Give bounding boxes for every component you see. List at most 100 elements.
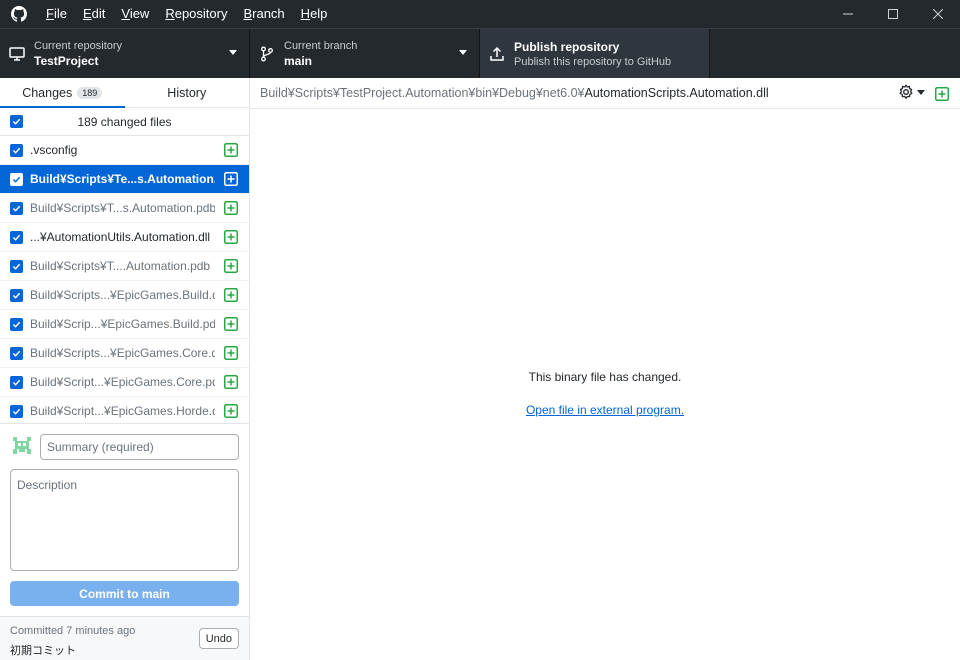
file-checkbox[interactable] bbox=[10, 172, 23, 186]
changes-count-badge: 189 bbox=[77, 86, 103, 99]
changes-sidebar: Changes 189 History 189 changed files .v… bbox=[0, 78, 250, 660]
file-added-icon bbox=[224, 201, 238, 215]
select-all-checkbox[interactable] bbox=[10, 115, 23, 128]
git-branch-icon bbox=[250, 46, 284, 62]
current-repository-button[interactable]: Current repository TestProject bbox=[0, 29, 250, 78]
github-logo-icon bbox=[0, 0, 38, 28]
file-checkbox[interactable] bbox=[10, 404, 23, 418]
file-checkbox[interactable] bbox=[10, 317, 23, 331]
file-added-icon bbox=[935, 87, 949, 101]
close-button[interactable] bbox=[915, 0, 960, 28]
menu-repository[interactable]: Repository bbox=[157, 0, 235, 28]
list-item[interactable]: Build¥Scrip...¥EpicGames.Build.pdb bbox=[0, 310, 249, 339]
changed-files-count: 189 changed files bbox=[77, 114, 172, 129]
checkmark-icon bbox=[12, 147, 21, 154]
minimize-icon bbox=[842, 13, 853, 15]
list-item[interactable]: Build¥Scripts...¥EpicGames.Core.dll bbox=[0, 339, 249, 368]
current-branch-button[interactable]: Current branch main bbox=[250, 29, 480, 78]
commit-button[interactable]: Commit to main bbox=[10, 581, 239, 606]
file-name: Build¥Scripts¥T...s.Automation.pdb bbox=[30, 201, 215, 215]
checkmark-icon bbox=[12, 292, 21, 299]
summary-input[interactable] bbox=[40, 434, 239, 460]
menu-edit[interactable]: Edit bbox=[75, 0, 113, 28]
list-item[interactable]: Build¥Scripts¥Te...s.Automation.dll bbox=[0, 165, 249, 194]
file-path-header: Build¥Scripts¥TestProject.Automation¥bin… bbox=[250, 78, 960, 109]
maximize-button[interactable] bbox=[870, 0, 915, 28]
minimize-button[interactable] bbox=[825, 0, 870, 28]
changed-file-list: .vsconfig Build¥Scripts¥Te...s.Automatio… bbox=[0, 136, 249, 426]
list-item[interactable]: Build¥Scripts¥T...s.Automation.pdb bbox=[0, 194, 249, 223]
checkmark-icon bbox=[12, 408, 21, 415]
menu-branch[interactable]: Branch bbox=[235, 0, 292, 28]
changed-files-header: 189 changed files bbox=[0, 108, 249, 136]
file-added-icon bbox=[224, 143, 238, 157]
current-branch-label: Current branch bbox=[284, 39, 358, 52]
checkmark-icon bbox=[12, 205, 21, 212]
title-bar: File Edit View Repository Branch Help bbox=[0, 0, 960, 28]
chevron-down-icon bbox=[459, 50, 467, 55]
tab-changes[interactable]: Changes 189 bbox=[0, 78, 125, 108]
description-input[interactable] bbox=[10, 469, 239, 571]
file-checkbox[interactable] bbox=[10, 201, 23, 215]
file-checkbox[interactable] bbox=[10, 230, 23, 244]
file-name: ...¥AutomationUtils.Automation.dll bbox=[30, 230, 211, 244]
chevron-down-icon bbox=[917, 89, 925, 95]
upload-icon bbox=[480, 46, 514, 62]
file-name: Build¥Scripts...¥EpicGames.Core.dll bbox=[30, 346, 215, 360]
file-checkbox[interactable] bbox=[10, 143, 23, 157]
undo-button[interactable]: Undo bbox=[198, 628, 239, 649]
maximize-icon bbox=[887, 9, 898, 19]
file-name: Build¥Scrip...¥EpicGames.Build.pdb bbox=[30, 317, 215, 331]
list-item[interactable]: Build¥Script...¥EpicGames.Core.pdb bbox=[0, 368, 249, 397]
checkmark-icon bbox=[12, 234, 21, 241]
toolbar: Current repository TestProject Current b… bbox=[0, 28, 960, 78]
commit-form: Commit to main bbox=[0, 423, 249, 618]
file-added-icon bbox=[224, 375, 238, 389]
checkmark-icon bbox=[12, 350, 21, 357]
file-added-icon bbox=[224, 259, 238, 273]
list-item[interactable]: Build¥Scripts¥T....Automation.pdb bbox=[0, 252, 249, 281]
file-checkbox[interactable] bbox=[10, 288, 23, 302]
diff-settings-button[interactable] bbox=[898, 84, 925, 100]
list-item[interactable]: ...¥AutomationUtils.Automation.dll bbox=[0, 223, 249, 252]
window-controls bbox=[825, 0, 960, 28]
last-commit-time: Committed 7 minutes ago bbox=[10, 625, 136, 637]
checkmark-icon bbox=[12, 379, 21, 386]
file-checkbox[interactable] bbox=[10, 346, 23, 360]
file-added-icon bbox=[224, 230, 238, 244]
publish-repository-title: Publish repository bbox=[514, 39, 620, 54]
checkmark-icon bbox=[12, 321, 21, 328]
checkmark-icon bbox=[12, 118, 21, 125]
file-name: Build¥Scripts¥T....Automation.pdb bbox=[30, 259, 211, 273]
file-checkbox[interactable] bbox=[10, 259, 23, 273]
tab-history[interactable]: History bbox=[125, 78, 250, 107]
close-icon bbox=[932, 9, 943, 19]
checkmark-icon bbox=[12, 263, 21, 270]
menu-file[interactable]: File bbox=[38, 0, 75, 28]
list-item[interactable]: Build¥Scripts...¥EpicGames.Build.dll bbox=[0, 281, 249, 310]
list-item[interactable]: .vsconfig bbox=[0, 136, 249, 165]
current-repository-label: Current repository bbox=[34, 39, 123, 52]
chevron-down-icon bbox=[229, 50, 237, 55]
monitor-icon bbox=[0, 46, 34, 62]
menu-view[interactable]: View bbox=[113, 0, 157, 28]
open-external-link[interactable]: Open file in external program. bbox=[250, 403, 960, 417]
diff-view: Build¥Scripts¥TestProject.Automation¥bin… bbox=[250, 78, 960, 660]
file-added-icon bbox=[224, 172, 238, 186]
file-added-icon bbox=[224, 404, 238, 418]
file-added-icon bbox=[224, 317, 238, 331]
binary-file-message: This binary file has changed. bbox=[528, 370, 682, 384]
file-checkbox[interactable] bbox=[10, 375, 23, 389]
file-path-name: AutomationScripts.Automation.dll bbox=[584, 86, 769, 100]
file-added-icon bbox=[224, 288, 238, 302]
file-name: Build¥Scripts¥Te...s.Automation.dll bbox=[30, 172, 215, 186]
menu-bar: File Edit View Repository Branch Help bbox=[38, 0, 335, 28]
publish-repository-button[interactable]: Publish repository Publish this reposito… bbox=[480, 29, 710, 78]
file-added-icon bbox=[224, 346, 238, 360]
gear-icon bbox=[899, 84, 913, 99]
menu-help[interactable]: Help bbox=[293, 0, 336, 28]
last-commit-message: 初期コミット bbox=[10, 645, 76, 657]
publish-repository-subtitle: Publish this repository to GitHub bbox=[514, 55, 672, 68]
file-name: .vsconfig bbox=[30, 143, 78, 157]
list-item[interactable]: Build¥Script...¥EpicGames.Horde.dll bbox=[0, 397, 249, 426]
